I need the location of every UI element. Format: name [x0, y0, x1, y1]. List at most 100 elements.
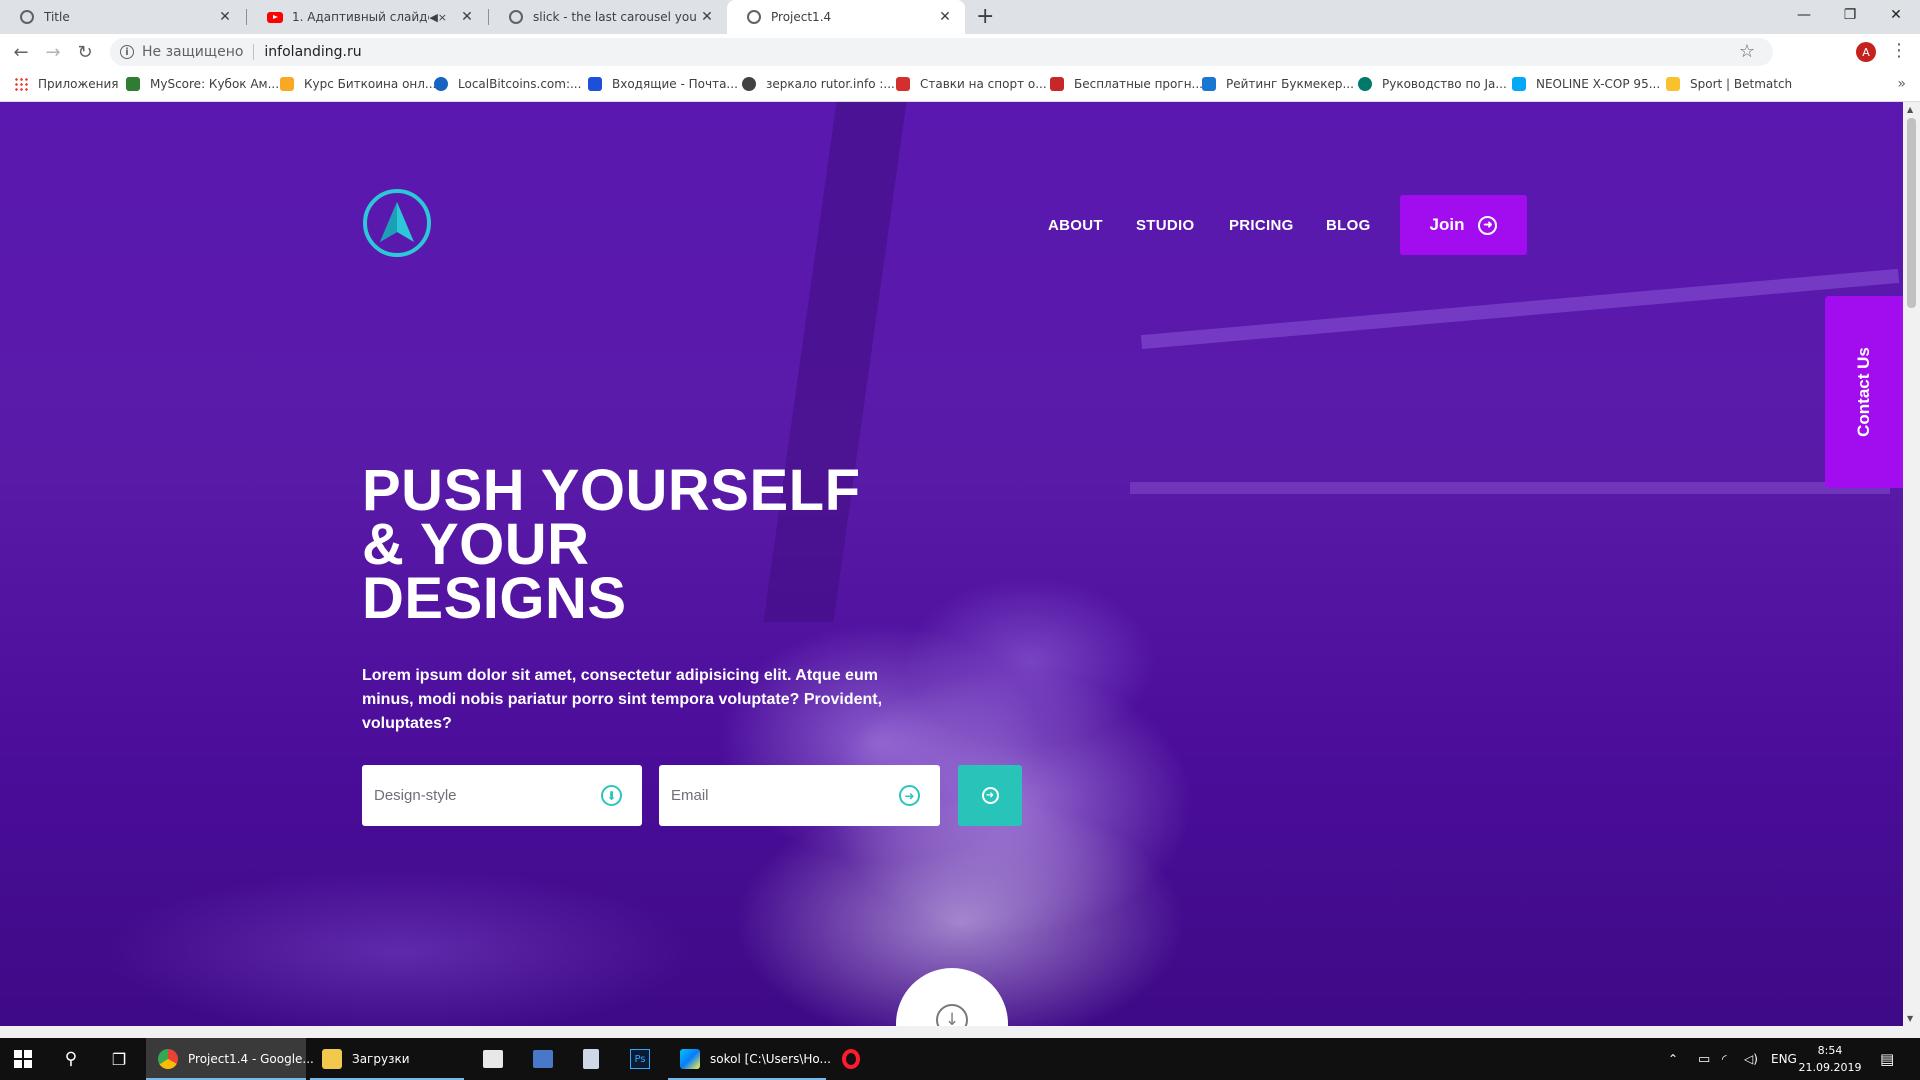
- bookmark-star-icon[interactable]: ☆: [1739, 41, 1755, 62]
- clock-date: 21.09.2019: [1798, 1061, 1862, 1074]
- show-hidden-icons-icon[interactable]: ⌃: [1668, 1038, 1678, 1080]
- arrow-down-circle-icon[interactable]: ⬇: [601, 785, 622, 806]
- nav-about[interactable]: ABOUT: [1048, 217, 1103, 234]
- bookmark-item[interactable]: LocalBitcoins.com:...: [434, 77, 581, 91]
- tab-label: Title: [44, 10, 70, 24]
- bookmark-item[interactable]: Курс Биткоина онл...: [280, 77, 436, 91]
- localbitcoins-icon: [434, 77, 448, 91]
- info-icon[interactable]: i: [120, 45, 134, 59]
- close-icon[interactable]: ✕: [935, 9, 955, 25]
- speaker-muted-icon[interactable]: ◀×: [429, 11, 447, 24]
- bookmark-item[interactable]: NEOLINE X-COP 95...: [1512, 77, 1660, 91]
- shield-icon: [1050, 77, 1064, 91]
- bookmark-item[interactable]: Бесплатные прогн...: [1050, 77, 1203, 91]
- new-tab-icon[interactable]: +: [976, 4, 994, 29]
- battery-icon[interactable]: ▭: [1698, 1038, 1710, 1080]
- join-button[interactable]: Join ➜: [1400, 195, 1527, 255]
- bookmark-item[interactable]: Входящие - Почта...: [588, 77, 738, 91]
- hero-title-line: DESIGNS: [362, 566, 627, 631]
- hero-title-line: PUSH YOURSELF: [362, 458, 861, 523]
- design-style-placeholder: Design-style: [374, 787, 457, 804]
- tab-label: 1. Адаптивный слайдер для: [292, 10, 429, 24]
- bookmark-item[interactable]: зеркало rutor.info :...: [742, 77, 895, 91]
- hero-title: PUSH YOURSELF & YOUR DESIGNS: [362, 458, 982, 631]
- tab-slick[interactable]: slick - the last carousel you'll eve ✕: [489, 0, 727, 34]
- nav-studio[interactable]: STUDIO: [1136, 217, 1194, 234]
- bookmark-item[interactable]: Sport | Betmatch: [1666, 77, 1792, 91]
- profile-avatar[interactable]: A: [1856, 42, 1876, 62]
- bookmark-item[interactable]: Руководство по Ja...: [1358, 77, 1507, 91]
- close-icon[interactable]: ✕: [697, 9, 717, 25]
- url-text[interactable]: infolanding.ru: [264, 44, 361, 60]
- task-view-icon[interactable]: ❐: [96, 1038, 142, 1080]
- join-label: Join: [1429, 215, 1465, 234]
- volume-icon[interactable]: ◁): [1744, 1038, 1758, 1080]
- scrollbar-thumb[interactable]: [1907, 118, 1916, 308]
- webstorm-icon: [680, 1049, 700, 1069]
- horizontal-scrollbar: [0, 1026, 1920, 1038]
- bookmark-item[interactable]: Ставки на спорт о...: [896, 77, 1047, 91]
- network-app-icon[interactable]: [520, 1038, 566, 1080]
- wifi-icon[interactable]: ◜: [1722, 1038, 1727, 1080]
- page-scrollbar[interactable]: ▲ ▼: [1903, 102, 1920, 1026]
- photoshop-icon[interactable]: Ps: [617, 1038, 663, 1080]
- bookmark-label: Sport | Betmatch: [1690, 77, 1793, 91]
- site-logo[interactable]: [362, 188, 432, 258]
- tab-title[interactable]: Title ✕: [0, 0, 245, 34]
- globe-icon: [742, 77, 756, 91]
- bookmark-label: Приложения: [38, 77, 119, 91]
- tab-project[interactable]: Project1.4 ✕: [727, 0, 965, 34]
- forward-icon[interactable]: →: [40, 39, 66, 65]
- taskbar-app-label: sokol [C:\Users\Ho...: [710, 1052, 831, 1066]
- minimize-icon[interactable]: —: [1781, 0, 1827, 30]
- tab-label: slick - the last carousel you'll eve: [533, 10, 697, 24]
- menu-kebab-icon[interactable]: ⋮: [1890, 40, 1908, 61]
- taskbar-app-explorer[interactable]: Загрузки: [310, 1038, 464, 1080]
- notepad-icon[interactable]: [568, 1038, 614, 1080]
- close-icon[interactable]: ✕: [215, 9, 235, 25]
- nav-pricing[interactable]: PRICING: [1229, 217, 1294, 234]
- email-field[interactable]: Email ➜: [659, 765, 940, 826]
- contact-us-tab[interactable]: Contact Us: [1825, 296, 1903, 488]
- hero-title-line: & YOUR: [362, 512, 590, 577]
- bookmark-label: LocalBitcoins.com:...: [458, 77, 582, 91]
- submit-button[interactable]: ➜: [958, 765, 1022, 826]
- opera-icon[interactable]: [828, 1038, 874, 1080]
- window-close-icon[interactable]: ✕: [1873, 0, 1919, 30]
- reload-icon[interactable]: ↻: [72, 39, 98, 65]
- tab-label: Project1.4: [771, 10, 832, 24]
- more-bookmarks-icon[interactable]: »: [1897, 76, 1906, 92]
- nav-blog[interactable]: BLOG: [1326, 217, 1371, 234]
- system-clock[interactable]: 8:54 21.09.2019: [1798, 1042, 1862, 1076]
- taskbar-app-chrome[interactable]: Project1.4 - Google...: [146, 1038, 314, 1080]
- globe-icon: [747, 10, 761, 24]
- bookmark-label: NEOLINE X-COP 95...: [1536, 77, 1661, 91]
- search-icon[interactable]: ⚲: [48, 1038, 94, 1080]
- scroll-down-button[interactable]: ↓: [896, 968, 1008, 1026]
- globe-icon: [20, 10, 34, 24]
- taskbar-app-webstorm[interactable]: sokol [C:\Users\Ho...: [668, 1038, 831, 1080]
- design-style-select[interactable]: Design-style ⬇: [362, 765, 642, 826]
- back-icon[interactable]: ←: [8, 39, 34, 65]
- start-button[interactable]: [0, 1038, 46, 1080]
- scroll-up-arrow-icon[interactable]: ▲: [1907, 105, 1913, 114]
- tab-youtube[interactable]: 1. Адаптивный слайдер для ◀× ✕: [247, 0, 487, 34]
- background-photo: [1140, 268, 1900, 350]
- omnibox[interactable]: i Не защищено infolanding.ru ☆: [110, 38, 1773, 66]
- bookmark-item[interactable]: Рейтинг Букмекер...: [1202, 77, 1354, 91]
- chrome-icon: [158, 1049, 178, 1069]
- bookmark-item[interactable]: MyScore: Кубок Ам...: [126, 77, 279, 91]
- bookmark-apps[interactable]: Приложения: [14, 77, 119, 91]
- restore-icon[interactable]: ❐: [1827, 0, 1873, 30]
- mail-icon: [588, 77, 602, 91]
- scroll-down-arrow-icon[interactable]: ▼: [1907, 1014, 1913, 1023]
- neoline-icon: [1512, 77, 1526, 91]
- security-label[interactable]: Не защищено: [142, 44, 243, 60]
- store-icon[interactable]: [470, 1038, 516, 1080]
- close-icon[interactable]: ✕: [457, 9, 477, 25]
- bookmark-label: Руководство по Ja...: [1382, 77, 1507, 91]
- bookmark-label: MyScore: Кубок Ам...: [150, 77, 280, 91]
- clock-time: 8:54: [1817, 1044, 1843, 1057]
- notifications-icon[interactable]: ▤: [1880, 1038, 1894, 1080]
- language-indicator[interactable]: ENG: [1771, 1038, 1797, 1080]
